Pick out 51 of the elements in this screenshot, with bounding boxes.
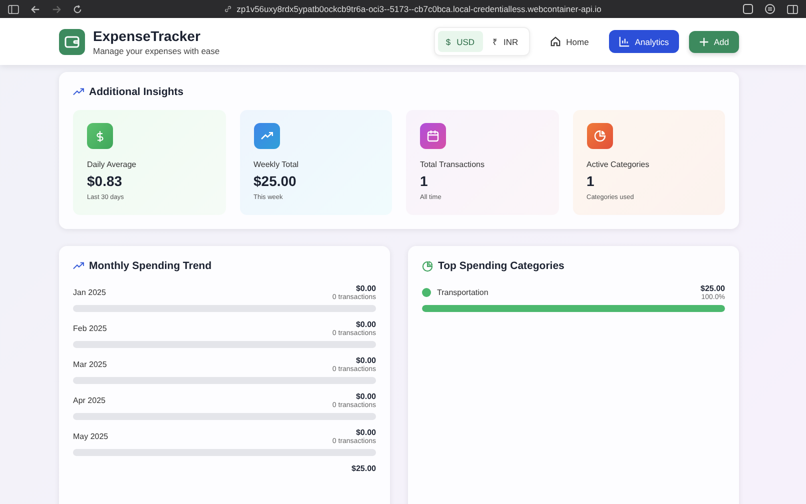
month-label: Feb 2025 [73,324,107,333]
sidebar-icon[interactable] [8,4,19,14]
month-amount: $0.00 [354,320,376,329]
app-title: ExpenseTracker [93,28,202,44]
category-amount: $25.00 [700,284,725,293]
month-amount: $25.00 [352,464,376,473]
stat-value: 1 [586,173,596,189]
trend-icon [73,88,84,96]
panel-title: Monthly Spending Trend [89,260,212,272]
month-amount: $0.00 [354,284,376,293]
trend-icon [254,123,280,149]
month-label: Jan 2025 [73,288,106,297]
back-icon[interactable] [31,4,40,14]
category-name: Transportation [437,288,488,297]
month-label: Mar 2025 [73,360,107,369]
extension-icon[interactable] [743,4,753,14]
pie-chart-icon [422,260,433,272]
month-label: Apr 2025 [73,396,106,405]
stat-value: $25.00 [254,173,298,189]
currency-option[interactable]: $ USD [438,31,483,52]
stat-value: $0.83 [87,173,124,189]
bar-chart-icon [618,36,630,47]
panel-title: Additional Insights [89,86,184,98]
url-text[interactable]: zp1v56uxy8rdx5ypatb0ockcb9tr6a-oci3--5173--cb7c0bca.local-credentialless.webcontainer-api.io [236,4,602,14]
add-button[interactable]: Add [688,30,739,52]
home-icon [550,36,562,47]
pie-icon [586,123,612,149]
sidebar-icon[interactable] [787,4,798,14]
home-button[interactable]: Home [540,30,599,53]
month-amount: $0.00 [354,356,376,365]
trend-icon [73,262,84,270]
analytics-button[interactable]: Analytics [608,30,679,53]
stat-label: Weekly Total [254,160,300,169]
month-label: May 2025 [73,432,108,441]
stat-label: Daily Average [87,160,138,169]
month-amount: $0.00 [354,428,376,437]
plus-icon [698,36,709,46]
currency-option[interactable]: ₹ INR [484,31,526,52]
calendar-icon [420,123,446,149]
dollar-icon [87,123,113,149]
stat-label: Active Categories [586,160,650,169]
month-amount: $0.00 [354,392,376,401]
reload-icon[interactable] [73,4,82,14]
forward-icon[interactable] [52,4,61,14]
stat-value: 1 [420,173,429,189]
panel-title: Top Spending Categories [438,260,564,272]
reader-icon[interactable] [765,4,775,14]
stat-label: Total Transactions [420,160,486,169]
wallet-icon [59,28,85,54]
link-icon [224,5,232,13]
app-subtitle: Manage your expenses with ease [93,46,220,56]
